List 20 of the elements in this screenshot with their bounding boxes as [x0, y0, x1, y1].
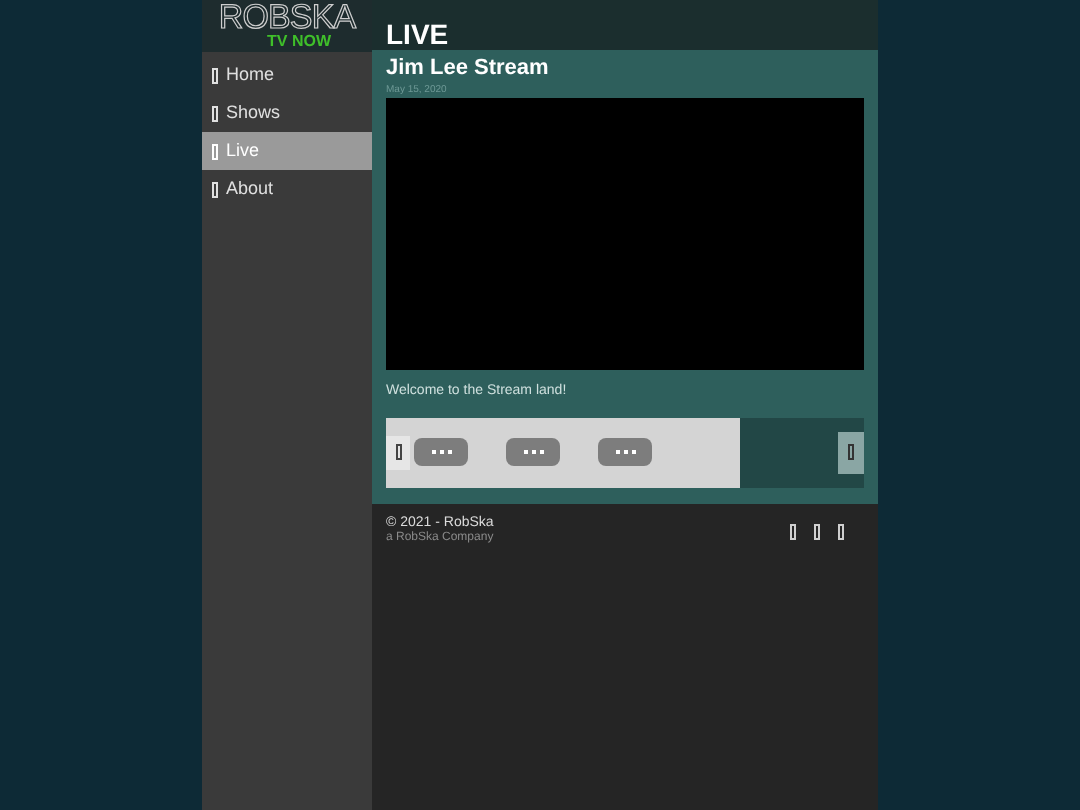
- nav-icon: [212, 105, 218, 121]
- nav-icon: [212, 143, 218, 159]
- nav-item[interactable]: Home: [202, 56, 372, 94]
- nav-icon: [212, 181, 218, 197]
- more-button[interactable]: [506, 438, 560, 466]
- nav-icon: [212, 67, 218, 83]
- logo: ROBSKA TV NOW: [202, 0, 372, 52]
- previous-button[interactable]: [386, 435, 410, 469]
- previous-icon: [395, 444, 401, 460]
- next-button[interactable]: [838, 431, 864, 473]
- more-button[interactable]: [598, 438, 652, 466]
- next-icon: [848, 444, 854, 460]
- nav-item[interactable]: Shows: [202, 94, 372, 132]
- nav-item[interactable]: About: [202, 170, 372, 208]
- stream-title: Jim Lee Stream: [386, 56, 551, 84]
- social-link[interactable]: [814, 523, 820, 539]
- page-title: LIVE: [386, 20, 449, 48]
- more-button[interactable]: [414, 438, 468, 466]
- social-link[interactable]: [790, 523, 796, 539]
- social-link[interactable]: [838, 523, 844, 539]
